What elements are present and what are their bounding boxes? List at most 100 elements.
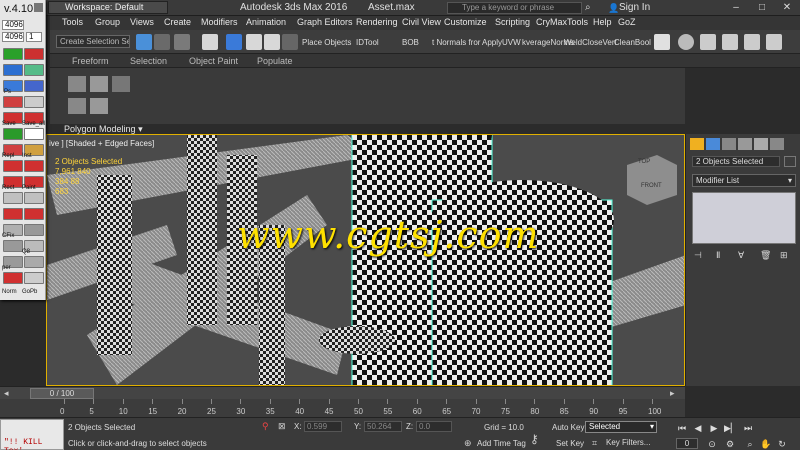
viewport-label[interactable]: ive ] [Shaded + Edged Faces] bbox=[49, 139, 154, 148]
next-frame-icon[interactable]: ▸ bbox=[670, 388, 675, 399]
place-objects-button[interactable]: Place Objects bbox=[302, 38, 351, 47]
key-icon[interactable]: ⚷ bbox=[530, 432, 539, 446]
time-tag-icon[interactable]: ⊕ bbox=[464, 438, 472, 449]
menu-create[interactable]: Create bbox=[164, 17, 191, 27]
lock-selection-icon[interactable]: ⚲ bbox=[262, 421, 269, 432]
render-setup-icon[interactable] bbox=[264, 34, 280, 50]
auto-key-button[interactable]: Auto Key bbox=[552, 423, 584, 432]
tool-button[interactable] bbox=[24, 272, 44, 284]
motion-tab-icon[interactable] bbox=[738, 138, 752, 150]
ribbon-tool-icon[interactable] bbox=[90, 98, 108, 114]
perspective-viewport[interactable]: ive ] [Shaded + Edged Faces] 2 Objects S… bbox=[46, 134, 685, 386]
menu-views[interactable]: Views bbox=[130, 17, 154, 27]
prev-frame-icon[interactable]: ◂ bbox=[4, 388, 9, 399]
applyuvw-button[interactable]: ApplyUVW bbox=[482, 38, 521, 47]
go-to-end-icon[interactable]: ⏭ bbox=[742, 423, 754, 433]
tab-populate[interactable]: Populate bbox=[257, 56, 293, 66]
ribbon-tool-icon[interactable] bbox=[68, 98, 86, 114]
tool-button[interactable] bbox=[3, 272, 23, 284]
x-coordinate-field[interactable]: 0.599 bbox=[304, 421, 342, 432]
absolute-mode-icon[interactable]: ⊠ bbox=[278, 421, 286, 432]
previous-frame-icon[interactable]: ◀ bbox=[692, 423, 704, 433]
pin-stack-icon[interactable]: ⊣ bbox=[694, 250, 702, 261]
key-filter-icon[interactable]: ⌗ bbox=[592, 438, 597, 449]
align-icon[interactable] bbox=[154, 34, 170, 50]
orbit-icon[interactable]: ↻ bbox=[776, 439, 788, 449]
resolution-field[interactable]: 4096 bbox=[2, 20, 24, 30]
tool-button[interactable] bbox=[24, 160, 44, 172]
close-icon[interactable] bbox=[34, 3, 43, 12]
current-frame-field[interactable]: 0 bbox=[676, 438, 698, 449]
key-filters-button[interactable]: Key Filters... bbox=[606, 438, 650, 447]
teapot2-icon[interactable] bbox=[722, 34, 738, 50]
menu-rendering[interactable]: Rendering bbox=[356, 17, 398, 27]
material-editor-icon[interactable] bbox=[246, 34, 262, 50]
time-slider-track[interactable]: ◂ 0 / 100 ▸ bbox=[0, 386, 685, 399]
box-icon[interactable] bbox=[700, 34, 716, 50]
menu-animation[interactable]: Animation bbox=[246, 17, 286, 27]
y-coordinate-field[interactable]: 50.264 bbox=[364, 421, 402, 432]
object-name-field[interactable]: 2 Objects Selected bbox=[692, 156, 780, 167]
z-coordinate-field[interactable]: 0.0 bbox=[416, 421, 452, 432]
idtool-button[interactable]: IDTool bbox=[356, 38, 379, 47]
menu-help[interactable]: Help bbox=[593, 17, 612, 27]
zoom-icon[interactable]: ⌕ bbox=[744, 439, 756, 449]
show-end-result-icon[interactable]: Ⅱ bbox=[716, 250, 720, 261]
tool-button[interactable] bbox=[3, 160, 23, 172]
mirror-icon[interactable] bbox=[136, 34, 152, 50]
menu-tools[interactable]: Tools bbox=[62, 17, 83, 27]
maximize-button[interactable]: □ bbox=[749, 1, 775, 14]
tab-selection[interactable]: Selection bbox=[130, 56, 167, 66]
modifier-list-dropdown[interactable]: Modifier List ▾ bbox=[692, 174, 796, 187]
viewcube-front-label[interactable]: FRONT bbox=[641, 183, 662, 189]
search-input[interactable]: Type a keyword or phrase bbox=[447, 2, 582, 14]
render-frame-icon[interactable] bbox=[282, 34, 298, 50]
modify-tab-icon[interactable] bbox=[706, 138, 720, 150]
weld-close-vert-button[interactable]: WeldCloseVert bbox=[564, 38, 617, 47]
resolution-field[interactable]: 4096 bbox=[2, 32, 24, 42]
menu-goz[interactable]: GoZ bbox=[618, 17, 636, 27]
tool-button[interactable] bbox=[3, 96, 23, 108]
schematic-icon[interactable] bbox=[226, 34, 242, 50]
menu-graph-editors[interactable]: Graph Editors bbox=[297, 17, 353, 27]
key-mode-dropdown[interactable]: Selected ▾ bbox=[585, 421, 657, 433]
go-to-start-icon[interactable]: ⏮ bbox=[676, 423, 688, 433]
utilities-tab-icon[interactable] bbox=[770, 138, 784, 150]
make-unique-icon[interactable]: ∀ bbox=[738, 250, 744, 261]
ribbon-tool-icon[interactable] bbox=[68, 76, 86, 92]
bob-button[interactable]: BOB bbox=[402, 38, 419, 47]
display-tab-icon[interactable] bbox=[754, 138, 768, 150]
pan-icon[interactable]: ✋ bbox=[760, 439, 772, 449]
teapot3-icon[interactable] bbox=[744, 34, 760, 50]
selection-set-dropdown[interactable]: Create Selection Se bbox=[56, 35, 130, 48]
menu-crymaxtools[interactable]: CryMaxTools bbox=[536, 17, 588, 27]
tool-button[interactable] bbox=[3, 240, 23, 252]
maxscript-listener[interactable]: "!! KILL Tex' bbox=[0, 419, 64, 450]
time-config-icon[interactable]: ⚙ bbox=[724, 439, 736, 449]
tab-object-paint[interactable]: Object Paint bbox=[189, 56, 238, 66]
layer-icon[interactable] bbox=[174, 34, 190, 50]
tool-button[interactable] bbox=[24, 208, 44, 220]
workspace-dropdown[interactable]: Workspace: Default bbox=[48, 1, 168, 14]
ribbon-tool-icon[interactable] bbox=[112, 76, 130, 92]
close-button[interactable]: ✕ bbox=[774, 1, 800, 14]
hierarchy-tab-icon[interactable] bbox=[722, 138, 736, 150]
sign-in-link[interactable]: Sign In bbox=[619, 2, 650, 13]
menu-civil-view[interactable]: Civil View bbox=[402, 17, 441, 27]
uv-icon[interactable] bbox=[24, 80, 44, 92]
sphere-icon[interactable] bbox=[678, 34, 694, 50]
menu-customize[interactable]: Customize bbox=[444, 17, 487, 27]
tool-button[interactable] bbox=[24, 96, 44, 108]
minimize-button[interactable]: – bbox=[723, 1, 749, 14]
tool-button[interactable] bbox=[3, 192, 23, 204]
configure-sets-icon[interactable]: ⊞ bbox=[780, 250, 788, 261]
time-slider[interactable]: 0 / 100 bbox=[30, 388, 94, 399]
remove-modifier-icon[interactable]: 🗑 bbox=[760, 250, 771, 261]
tool-button[interactable] bbox=[24, 64, 44, 76]
modifier-stack[interactable] bbox=[692, 192, 796, 244]
clean-bool-button[interactable]: CleanBool bbox=[614, 38, 651, 47]
tab-freeform[interactable]: Freeform bbox=[72, 56, 109, 66]
count-field[interactable]: 1 bbox=[26, 32, 42, 42]
teapot4-icon[interactable] bbox=[766, 34, 782, 50]
tool-button[interactable] bbox=[3, 208, 23, 220]
